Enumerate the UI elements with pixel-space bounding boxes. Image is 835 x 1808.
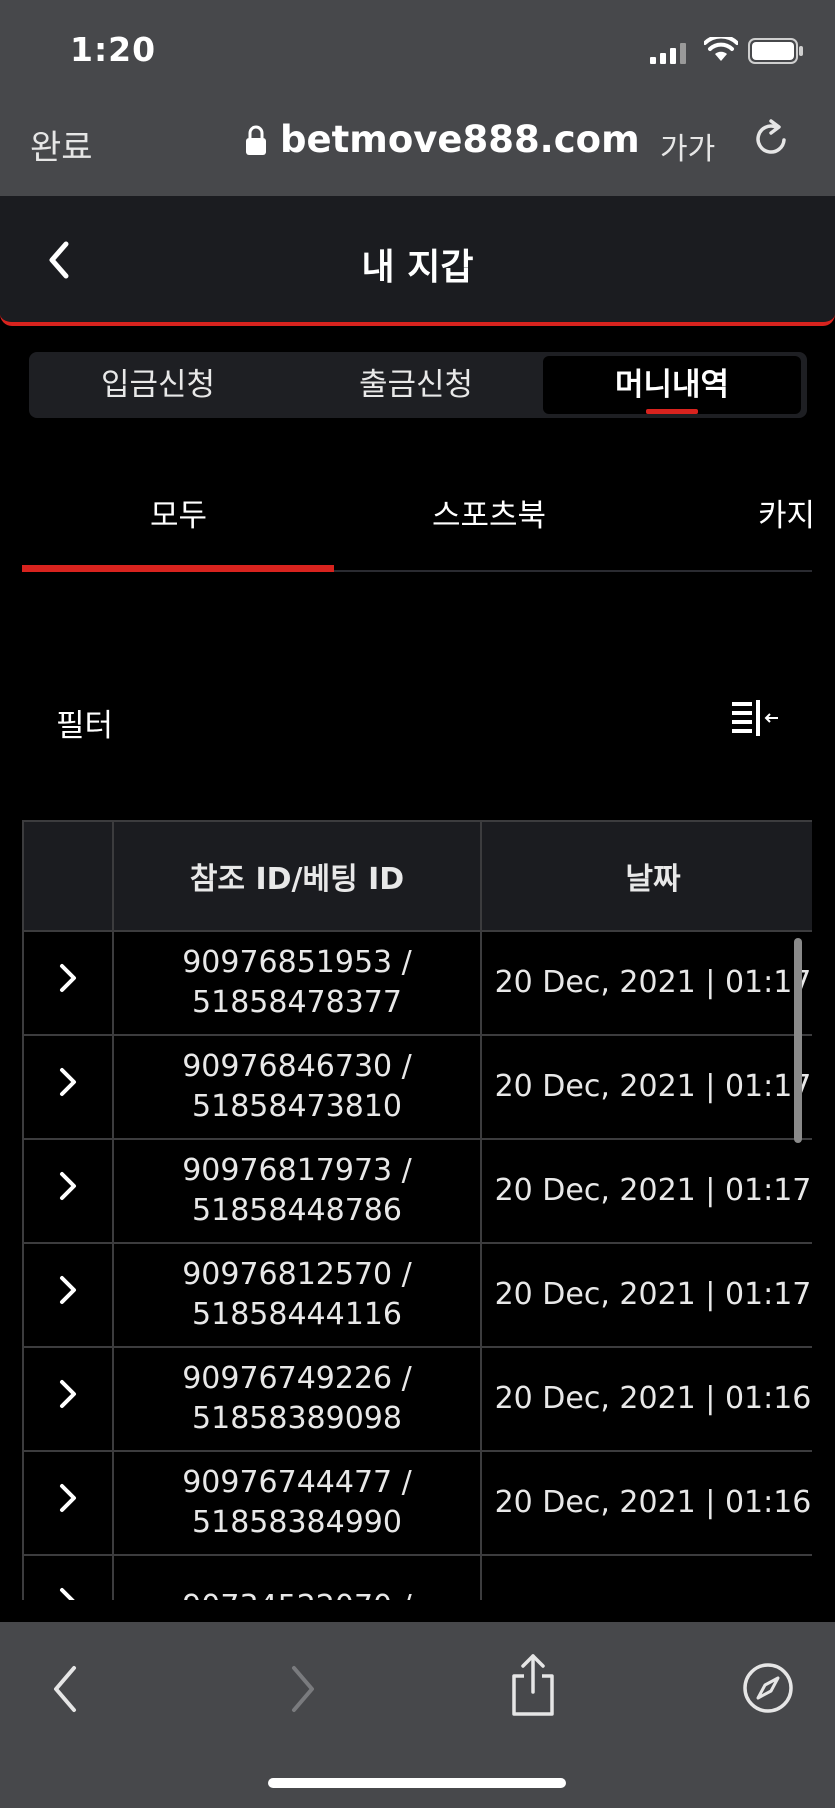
reference-id: 90734522070 /	[182, 1589, 412, 1600]
browser-forward-icon[interactable]	[286, 1664, 320, 1714]
chevron-right-icon[interactable]	[58, 1379, 78, 1409]
expand-cell[interactable]	[22, 1554, 114, 1601]
status-time: 1:20	[70, 30, 157, 69]
table-row[interactable]: 90976817973 / 51858448786 20 Dec, 2021 | …	[22, 1138, 812, 1244]
date-cell	[480, 1554, 812, 1600]
tab-all[interactable]: 모두	[150, 490, 207, 535]
lock-icon	[246, 125, 266, 155]
chevron-right-icon[interactable]	[58, 1275, 78, 1305]
home-indicator	[268, 1778, 566, 1788]
done-button[interactable]: 완료	[30, 120, 93, 169]
reference-id-cell: 90976749226 / 51858389098	[112, 1346, 482, 1452]
expand-cell[interactable]	[22, 1034, 114, 1140]
reference-id-cell: 90734522070 /	[112, 1554, 482, 1600]
reference-id: 90976812570 /	[182, 1257, 412, 1292]
table-row[interactable]: 90976744477 / 51858384990 20 Dec, 2021 | …	[22, 1450, 812, 1556]
bet-id: 51858473810	[192, 1089, 402, 1124]
bet-id: 51858384990	[192, 1505, 402, 1540]
share-icon[interactable]	[508, 1652, 558, 1718]
table-row[interactable]: 90976812570 / 51858444116 20 Dec, 2021 | …	[22, 1242, 812, 1348]
table-row[interactable]: 90976851953 / 51858478377 20 Dec, 2021 | …	[22, 930, 812, 1036]
chevron-right-icon[interactable]	[58, 1587, 78, 1601]
date-column-header: 날짜	[480, 820, 812, 932]
bet-id: 51858389098	[192, 1401, 402, 1436]
reference-id-cell: 90976744477 / 51858384990	[112, 1450, 482, 1556]
browser-back-icon[interactable]	[48, 1664, 82, 1714]
filter-label[interactable]: 필터	[56, 700, 113, 745]
cellular-signal-icon	[650, 43, 686, 64]
date-cell: 20 Dec, 2021 | 01:16	[480, 1346, 812, 1452]
expand-cell[interactable]	[22, 1346, 114, 1452]
reference-id-cell: 90976812570 / 51858444116	[112, 1242, 482, 1348]
reference-id: 90976744477 /	[182, 1465, 412, 1500]
expand-cell[interactable]	[22, 1450, 114, 1556]
bet-id: 51858448786	[192, 1193, 402, 1228]
table-scrollbar[interactable]	[794, 938, 802, 1143]
date-cell: 20 Dec, 2021 | 01:17	[480, 930, 812, 1036]
reference-id-cell: 90976817973 / 51858448786	[112, 1138, 482, 1244]
date-cell: 20 Dec, 2021 | 01:17	[480, 1138, 812, 1244]
compass-icon[interactable]	[740, 1660, 796, 1716]
segment-active-underline	[646, 409, 698, 414]
chevron-right-icon[interactable]	[58, 1171, 78, 1201]
reference-id-column-header: 참조 ID/베팅 ID	[112, 820, 482, 932]
segment-deposit[interactable]: 입금신청	[29, 352, 287, 418]
reference-id-cell: 90976846730 / 51858473810	[112, 1034, 482, 1140]
wifi-icon	[704, 37, 738, 61]
table-row[interactable]: 90976749226 / 51858389098 20 Dec, 2021 | …	[22, 1346, 812, 1452]
reload-icon[interactable]	[752, 118, 792, 160]
money-history-table: 참조 ID/베팅 ID 날짜 90976851953 / 51858478377 …	[22, 820, 812, 1600]
text-size-button[interactable]: 가가	[660, 124, 715, 168]
chevron-right-icon[interactable]	[58, 1483, 78, 1513]
bet-id: 51858444116	[192, 1297, 402, 1332]
tab-active-indicator	[22, 565, 334, 572]
bet-id: 51858478377	[192, 985, 402, 1020]
tab-sportsbook[interactable]: 스포츠북	[432, 490, 546, 535]
table-row[interactable]: 90734522070 /	[22, 1554, 812, 1601]
reference-id-cell: 90976851953 / 51858478377	[112, 930, 482, 1036]
table-row[interactable]: 90976846730 / 51858473810 20 Dec, 2021 | …	[22, 1034, 812, 1140]
date-cell: 20 Dec, 2021 | 01:17	[480, 1034, 812, 1140]
expand-cell[interactable]	[22, 930, 114, 1036]
date-cell: 20 Dec, 2021 | 01:16	[480, 1450, 812, 1556]
expand-column-header	[22, 820, 114, 932]
filter-collapse-icon[interactable]	[732, 698, 780, 740]
date-cell: 20 Dec, 2021 | 01:17	[480, 1242, 812, 1348]
chevron-right-icon[interactable]	[58, 963, 78, 993]
page-title: 내 지갑	[361, 247, 474, 288]
reference-id: 90976846730 /	[182, 1049, 412, 1084]
url-text[interactable]: betmove888.com	[280, 118, 640, 161]
chevron-right-icon[interactable]	[58, 1067, 78, 1097]
reference-id: 90976817973 /	[182, 1153, 412, 1188]
battery-icon	[748, 38, 803, 64]
tab-casino[interactable]: 카지	[758, 490, 815, 535]
reference-id: 90976851953 /	[182, 945, 412, 980]
segment-withdraw[interactable]: 출금신청	[287, 352, 545, 418]
reference-id: 90976749226 /	[182, 1361, 412, 1396]
expand-cell[interactable]	[22, 1242, 114, 1348]
table-header-row: 참조 ID/베팅 ID 날짜	[22, 820, 812, 932]
expand-cell[interactable]	[22, 1138, 114, 1244]
